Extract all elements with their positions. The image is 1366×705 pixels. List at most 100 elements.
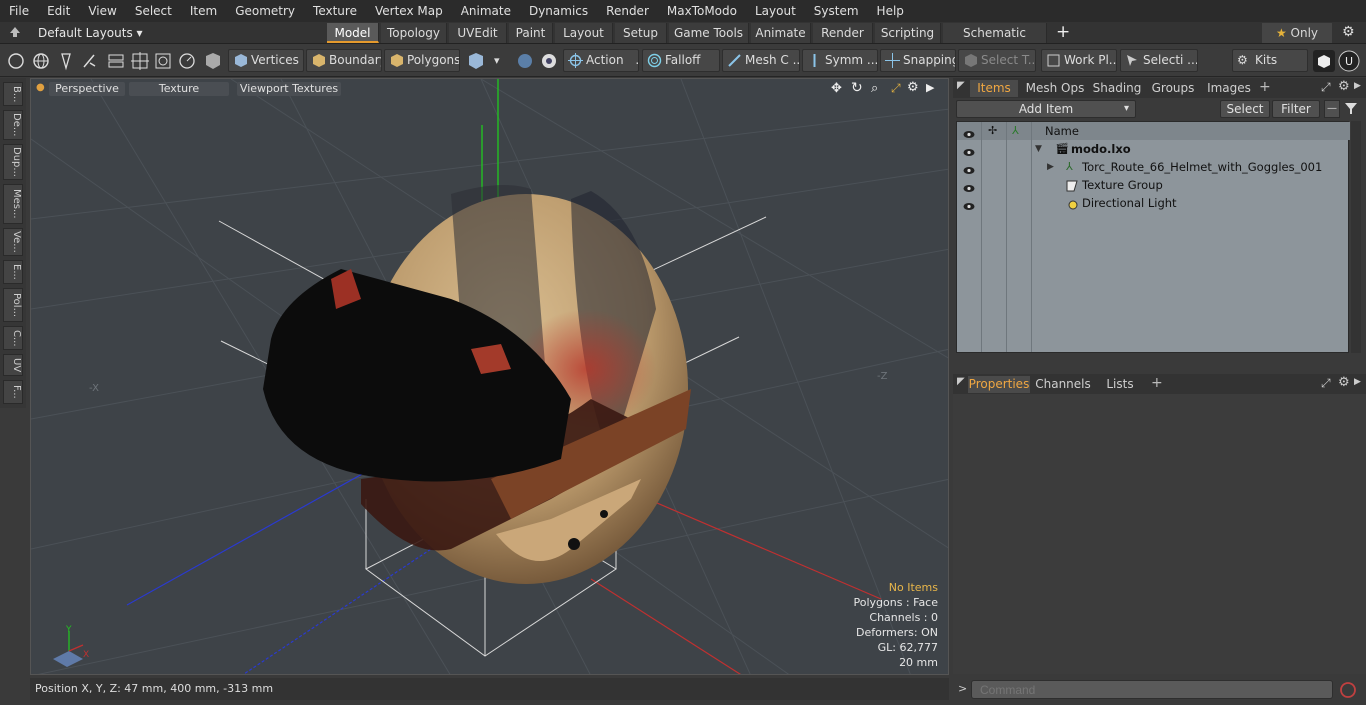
viewport-textures-button[interactable]: Viewport Textures [237, 82, 341, 96]
menu-dynamics[interactable]: Dynamics [520, 0, 597, 22]
menu-file[interactable]: File [0, 0, 38, 22]
left-tab-edge[interactable]: E... [3, 260, 23, 284]
tab-shading[interactable]: Shading [1089, 80, 1145, 97]
pen-icon[interactable] [56, 51, 76, 71]
item-row-directional-light[interactable]: Directional Light [957, 194, 1350, 212]
action-center-button[interactable]: Action ... [563, 49, 639, 72]
square-icon[interactable] [153, 51, 173, 71]
left-tab-uv[interactable]: UV [3, 354, 23, 376]
select-through-button[interactable]: Select T... [958, 49, 1036, 72]
menu-layout[interactable]: Layout [746, 0, 805, 22]
tab-mesh-ops[interactable]: Mesh Ops [1023, 80, 1087, 97]
tab-animate[interactable]: Animate [751, 23, 811, 43]
maximize-view-icon[interactable]: ⤢ [891, 81, 901, 96]
column-name-header[interactable]: Name [1045, 122, 1079, 140]
symmetry-button[interactable]: Symm ... [802, 49, 878, 72]
tab-model[interactable]: Model [327, 23, 379, 43]
tab-layout[interactable]: Layout [555, 23, 613, 43]
tab-images[interactable]: Images [1203, 80, 1255, 97]
falloff-button[interactable]: Falloff [642, 49, 720, 72]
tab-paint[interactable]: Paint [509, 23, 553, 43]
visibility-eye-icon[interactable] [963, 198, 975, 210]
command-input[interactable] [971, 680, 1333, 699]
menu-maxtomodo[interactable]: MaxToModo [658, 0, 746, 22]
left-tab-duplicate[interactable]: Dup... [3, 144, 23, 180]
brush-icon[interactable] [80, 51, 100, 71]
panel-arrow-icon[interactable]: ▶ [1354, 81, 1361, 91]
expand-right-icon[interactable]: ▶ [1047, 158, 1054, 176]
item-row-mesh[interactable]: ▶ ⅄ Torc_Route_66_Helmet_with_Goggles_00… [957, 158, 1350, 176]
collapse-icon[interactable]: — [1324, 100, 1340, 118]
left-tab-deform[interactable]: De... [3, 110, 23, 140]
clock-icon[interactable] [177, 51, 197, 71]
snapping-button[interactable]: Snapping [880, 49, 956, 72]
tab-render[interactable]: Render [813, 23, 873, 43]
menu-system[interactable]: System [805, 0, 868, 22]
select-button[interactable]: Select [1220, 100, 1270, 118]
boundary-button[interactable]: Boundary [306, 49, 382, 72]
globe-icon[interactable] [31, 51, 51, 71]
shield-icon[interactable] [203, 51, 223, 71]
rotate-view-icon[interactable]: ↻ [851, 80, 863, 96]
visibility-eye-icon[interactable] [963, 180, 975, 192]
layout-selector[interactable]: Default Layouts ▾ [38, 24, 143, 42]
left-tab-fusion[interactable]: F... [3, 380, 23, 404]
menu-item[interactable]: Item [181, 0, 226, 22]
properties-arrow-icon[interactable]: ▶ [1354, 377, 1361, 387]
properties-gear-icon[interactable]: ⚙ [1338, 375, 1350, 390]
visibility-eye-icon[interactable] [963, 144, 975, 156]
viewport-menu-dot-icon[interactable]: ● [36, 82, 45, 93]
menu-vertex-map[interactable]: Vertex Map [366, 0, 452, 22]
cube-icon[interactable] [1313, 50, 1335, 72]
tab-topology[interactable]: Topology [381, 23, 447, 43]
tab-channels[interactable]: Channels [1035, 376, 1091, 393]
panel-expand-icon[interactable]: ⤢ [1321, 80, 1331, 95]
mode-dropdown-icon[interactable]: ▾ [494, 51, 514, 71]
filter-funnel-icon[interactable] [1344, 101, 1358, 118]
unreal-logo-icon[interactable]: U [1338, 50, 1360, 72]
tab-scripting[interactable]: Scripting [875, 23, 941, 43]
visibility-eye-icon[interactable] [963, 162, 975, 174]
expand-down-icon[interactable]: ▼ [1035, 140, 1042, 158]
left-tab-curve[interactable]: C... [3, 326, 23, 350]
mesh-constraint-button[interactable]: Mesh C ... [722, 49, 800, 72]
kits-button[interactable]: ⚙ Kits [1232, 49, 1308, 72]
menu-texture[interactable]: Texture [304, 0, 366, 22]
menu-animate[interactable]: Animate [452, 0, 520, 22]
vertices-button[interactable]: Vertices [228, 49, 304, 72]
grid-snap-icon[interactable] [130, 51, 150, 71]
left-tab-mesh[interactable]: Mes... [3, 184, 23, 224]
symmetry-sphere-icon[interactable] [515, 51, 535, 71]
item-list[interactable]: ✢ ⅄ Name ▼ 🎬︎ modo.lxo ▶ ⅄ Torc_Route_66… [956, 121, 1350, 353]
tab-schematic-fusion[interactable]: Schematic Fusion [943, 23, 1047, 60]
menu-geometry[interactable]: Geometry [226, 0, 304, 22]
selection-sets-button[interactable]: Selecti ... [1120, 49, 1198, 72]
tab-groups[interactable]: Groups [1148, 80, 1198, 97]
panel-menu-icon[interactable]: ◤ [957, 80, 965, 91]
left-tab-polygon[interactable]: Pol... [3, 288, 23, 322]
properties-expand-icon[interactable]: ⤢ [1321, 376, 1331, 391]
soccer-ball-icon[interactable] [539, 51, 559, 71]
menu-view[interactable]: View [79, 0, 125, 22]
tab-game-tools[interactable]: Game Tools [669, 23, 749, 43]
work-plane-button[interactable]: Work Pl... [1041, 49, 1117, 72]
tab-lists[interactable]: Lists [1096, 376, 1144, 393]
menu-edit[interactable]: Edit [38, 0, 79, 22]
left-tab-vertex[interactable]: Ve... [3, 228, 23, 256]
move-view-icon[interactable]: ✥ [831, 81, 842, 96]
tab-items[interactable]: Items [970, 80, 1018, 97]
perspective-button[interactable]: Perspective [49, 82, 125, 96]
item-row-texture-group[interactable]: Texture Group [957, 176, 1350, 194]
gear-icon[interactable]: ⚙ [1342, 24, 1355, 40]
filter-button[interactable]: Filter [1272, 100, 1320, 118]
circle-select-icon[interactable] [6, 51, 26, 71]
properties-menu-icon[interactable]: ◤ [957, 376, 965, 387]
zoom-view-icon[interactable]: ⌕ [871, 81, 878, 96]
panel-gear-icon[interactable]: ⚙ [1338, 79, 1350, 94]
viewport-expand-icon[interactable]: ▶ [926, 81, 934, 94]
add-item-button[interactable]: Add Item ▾ [956, 100, 1136, 118]
menu-select[interactable]: Select [126, 0, 181, 22]
viewport-scene[interactable]: -X -Z Y X [31, 79, 949, 675]
tab-properties[interactable]: Properties [968, 376, 1030, 393]
tab-setup[interactable]: Setup [615, 23, 667, 43]
